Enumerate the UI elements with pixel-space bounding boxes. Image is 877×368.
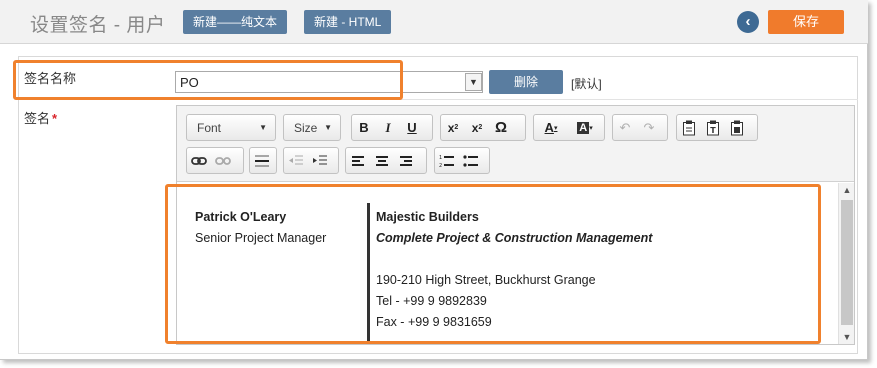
align-group	[345, 147, 427, 174]
color-group: A ▾ A ▾	[533, 114, 605, 141]
chevron-down-icon: ▼	[259, 123, 267, 132]
chevron-down-icon[interactable]: ▼	[465, 73, 482, 91]
bulleted-list-icon[interactable]	[459, 148, 483, 173]
font-family-dropdown[interactable]: Font ▼	[186, 114, 276, 141]
paste-text-icon[interactable]: T	[701, 115, 725, 140]
delete-button[interactable]: 删除	[489, 70, 563, 94]
editor-toolbar: Font ▼ Size ▼ B I U x2 x2 Ω A▾ A▾ ↶ ↷	[177, 106, 854, 182]
new-html-button[interactable]: 新建 - HTML	[304, 10, 392, 34]
signature-label: 签名 *	[24, 108, 57, 127]
font-size-label: Size	[294, 120, 318, 135]
italic-icon[interactable]: I	[376, 115, 400, 140]
window-frame: 设置签名 - 用户 新建——纯文本 新建 - HTML ‹ 保存 签名名称 ▼ …	[0, 0, 868, 360]
row-divider	[18, 99, 858, 100]
unlink-icon[interactable]	[211, 148, 235, 173]
align-left-icon[interactable]	[346, 148, 370, 173]
background-color-icon[interactable]: A ▾	[568, 115, 602, 140]
clipboard-group: T	[676, 114, 758, 141]
rich-text-editor: Font ▼ Size ▼ B I U x2 x2 Ω A▾ A▾ ↶ ↷	[176, 105, 855, 345]
horizontal-line-icon[interactable]	[250, 148, 274, 173]
back-arrow-icon[interactable]: ‹	[737, 11, 759, 33]
subscript-icon[interactable]: x2	[441, 115, 465, 140]
signature-tel: Tel - +99 9 9892839	[376, 294, 487, 308]
new-plain-text-button[interactable]: 新建——纯文本	[183, 10, 288, 34]
special-char-icon[interactable]: Ω	[489, 115, 513, 140]
bold-icon[interactable]: B	[352, 115, 376, 140]
scroll-down-icon[interactable]: ▼	[839, 332, 855, 342]
align-right-icon[interactable]	[394, 148, 418, 173]
signature-spacer	[376, 249, 652, 270]
font-size-dropdown[interactable]: Size ▼	[283, 114, 341, 141]
editor-scrollbar[interactable]: ▲ ▼	[838, 183, 854, 344]
svg-text:T: T	[710, 126, 716, 135]
font-family-label: Font	[197, 120, 222, 135]
signature-right-column: Majestic Builders Complete Project & Con…	[376, 207, 652, 333]
signature-tagline: Complete Project & Construction Manageme…	[376, 231, 653, 245]
signature-left-column: Patrick O'Leary Senior Project Manager	[195, 207, 326, 249]
text-style-group: B I U	[351, 114, 433, 141]
signature-divider	[367, 203, 370, 344]
text-color-icon[interactable]: A ▾	[534, 115, 568, 140]
required-mark: *	[52, 111, 58, 126]
superscript-icon[interactable]: x2	[465, 115, 489, 140]
history-group: ↶ ↷	[612, 114, 668, 141]
page-title: 设置签名 - 用户	[30, 15, 166, 36]
link-icon[interactable]	[187, 148, 211, 173]
link-group	[186, 147, 244, 174]
svg-text:1: 1	[439, 155, 442, 161]
signature-person-role: Senior Project Manager	[195, 231, 327, 245]
indent-icon[interactable]	[308, 148, 332, 173]
redo-icon[interactable]: ↷	[637, 115, 661, 140]
list-group: 12	[434, 147, 490, 174]
signature-address: 190-210 High Street, Buckhurst Grange	[376, 273, 596, 287]
signature-name-label: 签名名称	[24, 71, 77, 86]
signature-name-select[interactable]	[175, 71, 483, 93]
signature-fax: Fax - +99 9 9831659	[376, 315, 492, 329]
scrollbar-thumb[interactable]	[841, 200, 853, 325]
signature-content-area[interactable]: Patrick O'Leary Senior Project Manager M…	[177, 183, 854, 344]
save-button[interactable]: 保存	[768, 10, 844, 34]
numbered-list-icon[interactable]: 12	[435, 148, 459, 173]
align-center-icon[interactable]	[370, 148, 394, 173]
paste-icon[interactable]	[677, 115, 701, 140]
svg-text:2: 2	[439, 163, 442, 168]
outdent-icon[interactable]	[284, 148, 308, 173]
chevron-down-icon: ▼	[324, 123, 332, 132]
default-label: [默认]	[571, 77, 602, 91]
hr-group	[249, 147, 277, 174]
signature-person-name: Patrick O'Leary	[195, 210, 287, 224]
scroll-up-icon[interactable]: ▲	[839, 185, 855, 195]
script-group: x2 x2 Ω	[440, 114, 526, 141]
paste-word-icon[interactable]	[725, 115, 749, 140]
underline-icon[interactable]: U	[400, 115, 424, 140]
header-bar: 设置签名 - 用户 新建——纯文本 新建 - HTML ‹ 保存	[0, 0, 868, 44]
signature-company: Majestic Builders	[376, 210, 479, 224]
signature-label-text: 签名	[24, 111, 51, 126]
indent-group	[283, 147, 339, 174]
undo-icon[interactable]: ↶	[613, 115, 637, 140]
